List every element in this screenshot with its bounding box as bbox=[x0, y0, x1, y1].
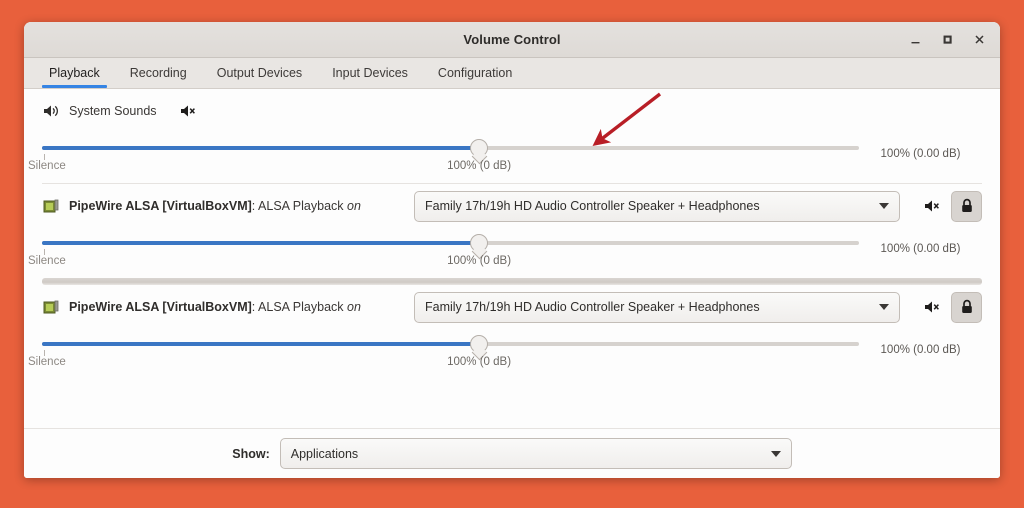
stream-actions bbox=[178, 100, 200, 122]
show-dropdown[interactable]: Applications bbox=[280, 438, 792, 469]
device-dropdown[interactable]: Family 17h/19h HD Audio Controller Speak… bbox=[414, 191, 900, 222]
title-bar[interactable]: Volume Control bbox=[24, 22, 1000, 58]
chevron-down-icon bbox=[879, 203, 889, 209]
slider-handle[interactable] bbox=[470, 335, 488, 353]
speaker-muted-icon[interactable] bbox=[921, 195, 943, 217]
chevron-down-icon bbox=[771, 451, 781, 457]
tab-configuration[interactable]: Configuration bbox=[423, 58, 527, 88]
stream-description: : ALSA Playback bbox=[252, 300, 344, 314]
slider-value-label: 100% (0 dB) bbox=[447, 255, 511, 267]
footer-bar: Show: Applications bbox=[24, 428, 1000, 478]
slider-tick-label-silence: Silence bbox=[28, 255, 66, 267]
stream-actions bbox=[921, 191, 982, 222]
window-controls bbox=[900, 22, 994, 57]
slider-fill bbox=[42, 342, 479, 346]
lock-icon[interactable] bbox=[951, 191, 982, 222]
slider-handle[interactable] bbox=[470, 139, 488, 157]
stream-row: System Sounds Sile bbox=[24, 89, 1000, 183]
volume-control-window: Volume Control Playback bbox=[24, 22, 1000, 478]
device-dropdown-value: Family 17h/19h HD Audio Controller Speak… bbox=[425, 199, 760, 213]
stream-description: : ALSA Playback bbox=[252, 199, 344, 213]
close-button[interactable] bbox=[964, 26, 994, 54]
stream-name: PipeWire ALSA [VirtualBoxVM]: ALSA Playb… bbox=[69, 199, 361, 213]
stream-actions bbox=[921, 292, 982, 323]
tab-output-devices[interactable]: Output Devices bbox=[202, 58, 317, 88]
stream-name: System Sounds bbox=[69, 104, 157, 118]
device-dropdown[interactable]: Family 17h/19h HD Audio Controller Speak… bbox=[414, 292, 900, 323]
volume-slider[interactable]: Silence 100% (0 dB) bbox=[42, 232, 859, 278]
slider-fill bbox=[42, 241, 479, 245]
minimize-button[interactable] bbox=[900, 26, 930, 54]
slider-readout: 100% (0.00 dB) bbox=[859, 137, 982, 160]
window-title: Volume Control bbox=[463, 32, 560, 47]
volume-slider[interactable]: Silence 100% (0 dB) bbox=[42, 137, 859, 183]
volume-slider[interactable]: Silence 100% (0 dB) bbox=[42, 333, 859, 379]
tab-recording[interactable]: Recording bbox=[115, 58, 202, 88]
stream-name: PipeWire ALSA [VirtualBoxVM]: ALSA Playb… bbox=[69, 300, 361, 314]
tab-input-devices[interactable]: Input Devices bbox=[317, 58, 423, 88]
tab-configuration-label: Configuration bbox=[438, 66, 512, 80]
slider-fill bbox=[42, 146, 479, 150]
tab-playback[interactable]: Playback bbox=[34, 58, 115, 88]
stream-name-text: System Sounds bbox=[69, 104, 157, 118]
stream-row: PipeWire ALSA [VirtualBoxVM]: ALSA Playb… bbox=[24, 285, 1000, 379]
slider-value-label: 100% (0 dB) bbox=[447, 160, 511, 172]
stream-app-name: PipeWire ALSA [VirtualBoxVM] bbox=[69, 199, 252, 213]
tab-output-devices-label: Output Devices bbox=[217, 66, 302, 80]
slider-readout: 100% (0.00 dB) bbox=[859, 333, 982, 356]
stream-state: on bbox=[347, 199, 361, 213]
tab-bar: Playback Recording Output Devices Input … bbox=[24, 58, 1000, 89]
stream-header: System Sounds bbox=[42, 89, 982, 133]
tab-input-devices-label: Input Devices bbox=[332, 66, 408, 80]
stream-app-name: PipeWire ALSA [VirtualBoxVM] bbox=[69, 300, 252, 314]
tab-recording-label: Recording bbox=[130, 66, 187, 80]
slider-tick-label-silence: Silence bbox=[28, 160, 66, 172]
volume-slider-row: Silence 100% (0 dB) 100% (0.00 dB) bbox=[42, 133, 982, 183]
slider-readout: 100% (0.00 dB) bbox=[859, 232, 982, 255]
device-dropdown-value: Family 17h/19h HD Audio Controller Speak… bbox=[425, 300, 760, 314]
audio-card-icon bbox=[42, 197, 60, 215]
stream-row: PipeWire ALSA [VirtualBoxVM]: ALSA Playb… bbox=[24, 184, 1000, 278]
show-label: Show: bbox=[232, 447, 270, 461]
chevron-down-icon bbox=[879, 304, 889, 310]
audio-card-icon bbox=[42, 298, 60, 316]
volume-slider-row: Silence 100% (0 dB) 100% (0.00 dB) bbox=[42, 329, 982, 379]
slider-tick-label-silence: Silence bbox=[28, 356, 66, 368]
speaker-muted-icon[interactable] bbox=[178, 100, 200, 122]
playback-stream-list: System Sounds Sile bbox=[24, 89, 1000, 428]
scroll-separator bbox=[42, 278, 982, 285]
lock-icon[interactable] bbox=[951, 292, 982, 323]
tab-playback-label: Playback bbox=[49, 66, 100, 80]
volume-slider-row: Silence 100% (0 dB) 100% (0.00 dB) bbox=[42, 228, 982, 278]
stream-state: on bbox=[347, 300, 361, 314]
maximize-button[interactable] bbox=[932, 26, 962, 54]
show-dropdown-value: Applications bbox=[291, 447, 358, 461]
slider-value-label: 100% (0 dB) bbox=[447, 356, 511, 368]
stream-header: PipeWire ALSA [VirtualBoxVM]: ALSA Playb… bbox=[42, 285, 982, 329]
speaker-muted-icon[interactable] bbox=[921, 296, 943, 318]
speaker-icon bbox=[42, 102, 60, 120]
stream-header: PipeWire ALSA [VirtualBoxVM]: ALSA Playb… bbox=[42, 184, 982, 228]
slider-handle[interactable] bbox=[470, 234, 488, 252]
